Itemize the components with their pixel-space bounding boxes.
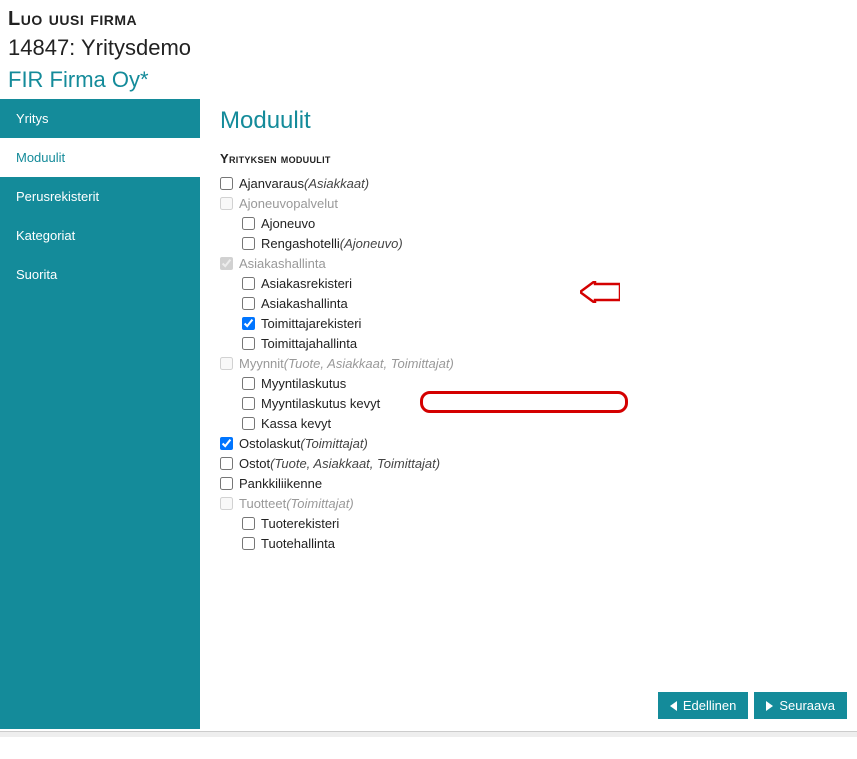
module-row-tuotehallinta: Tuotehallinta — [242, 534, 837, 553]
module-dependency: (Toimittajat) — [286, 494, 353, 513]
module-checkbox-pankkiliikenne[interactable] — [220, 477, 233, 490]
content-area: Moduulit Yrityksen moduulit Ajanvaraus (… — [200, 99, 857, 729]
chevron-right-icon — [766, 701, 773, 711]
module-label: Myyntilaskutus — [261, 374, 346, 393]
module-row-ajoneuvo: Ajoneuvo — [242, 214, 837, 233]
module-checkbox-kassa-kevyt[interactable] — [242, 417, 255, 430]
module-row-asiakashallinta: Asiakashallinta — [242, 294, 837, 313]
module-label: Toimittajarekisteri — [261, 314, 361, 333]
module-row-ajoneuvopalvelut: Ajoneuvopalvelut — [220, 194, 837, 213]
module-label: Myyntilaskutus kevyt — [261, 394, 380, 413]
module-dependency: (Toimittajat) — [300, 434, 367, 453]
module-label: Ostolaskut — [239, 434, 300, 453]
annotation-arrow — [580, 281, 620, 306]
module-checkbox-rengashotelli[interactable] — [242, 237, 255, 250]
module-dependency: (Tuote, Asiakkaat, Toimittajat) — [270, 454, 440, 473]
sidebar-item-moduulit[interactable]: Moduulit — [0, 138, 200, 177]
module-checkbox-ajoneuvo[interactable] — [242, 217, 255, 230]
sidebar-item-label: Perusrekisterit — [16, 189, 99, 204]
module-label: Toimittajahallinta — [261, 334, 357, 353]
module-checkbox-asiakashallinta-top — [220, 257, 233, 270]
prev-button-label: Edellinen — [683, 698, 737, 713]
module-label: Kassa kevyt — [261, 414, 331, 433]
main-layout: Yritys Moduulit Perusrekisterit Kategoriat S… — [0, 99, 857, 729]
module-checkbox-ajoneuvopalvelut — [220, 197, 233, 210]
sidebar-item-label: Yritys — [16, 111, 49, 126]
module-row-toimittajarekisteri: Toimittajarekisteri — [242, 314, 837, 333]
module-label: Ajanvaraus — [239, 174, 304, 193]
chevron-left-icon — [670, 701, 677, 711]
module-label: Tuotehallinta — [261, 534, 335, 553]
module-checkbox-tuoterekisteri[interactable] — [242, 517, 255, 530]
company-name: FIR Firma Oy* — [8, 67, 849, 93]
module-checkbox-toimittajahallinta[interactable] — [242, 337, 255, 350]
module-row-ostolaskut: Ostolaskut (Toimittajat) — [220, 434, 837, 453]
module-label: Ajoneuvo — [261, 214, 315, 233]
module-label: Tuoterekisteri — [261, 514, 339, 533]
module-tree: Ajanvaraus (Asiakkaat)AjoneuvopalvelutAj… — [220, 174, 837, 553]
module-checkbox-tuotteet — [220, 497, 233, 510]
module-label: Pankkiliikenne — [239, 474, 322, 493]
module-checkbox-tuotehallinta[interactable] — [242, 537, 255, 550]
module-row-myynnit: Myynnit (Tuote, Asiakkaat, Toimittajat) — [220, 354, 837, 373]
module-row-kassa-kevyt: Kassa kevyt — [242, 414, 837, 433]
module-label: Ostot — [239, 454, 270, 473]
module-checkbox-toimittajarekisteri[interactable] — [242, 317, 255, 330]
module-checkbox-myyntilaskutus-kevyt[interactable] — [242, 397, 255, 410]
module-checkbox-ostot[interactable] — [220, 457, 233, 470]
module-checkbox-asiakasrekisteri[interactable] — [242, 277, 255, 290]
module-row-asiakashallinta-top: Asiakashallinta — [220, 254, 837, 273]
module-label: Asiakasrekisteri — [261, 274, 352, 293]
sidebar-item-label: Moduulit — [16, 150, 65, 165]
module-label: Myynnit — [239, 354, 284, 373]
next-button[interactable]: Seuraava — [754, 692, 847, 719]
sidebar-item-yritys[interactable]: Yritys — [0, 99, 200, 138]
module-row-asiakasrekisteri: Asiakasrekisteri — [242, 274, 837, 293]
module-row-ostot: Ostot (Tuote, Asiakkaat, Toimittajat) — [220, 454, 837, 473]
module-checkbox-asiakashallinta[interactable] — [242, 297, 255, 310]
company-id: 14847: Yritysdemo — [8, 35, 849, 61]
footer-buttons: Edellinen Seuraava — [658, 692, 847, 719]
module-row-rengashotelli: Rengashotelli (Ajoneuvo) — [242, 234, 837, 253]
module-label: Ajoneuvopalvelut — [239, 194, 338, 213]
sidebar-item-perusrekisterit[interactable]: Perusrekisterit — [0, 177, 200, 216]
sidebar: Yritys Moduulit Perusrekisterit Kategoriat S… — [0, 99, 200, 729]
module-dependency: (Tuote, Asiakkaat, Toimittajat) — [284, 354, 454, 373]
sidebar-item-label: Suorita — [16, 267, 57, 282]
module-checkbox-myynnit — [220, 357, 233, 370]
module-label: Tuotteet — [239, 494, 286, 513]
next-button-label: Seuraava — [779, 698, 835, 713]
prev-button[interactable]: Edellinen — [658, 692, 749, 719]
content-title: Moduulit — [220, 107, 837, 135]
module-row-pankkiliikenne: Pankkiliikenne — [220, 474, 837, 493]
module-row-ajanvaraus: Ajanvaraus (Asiakkaat) — [220, 174, 837, 193]
annotation-highlight-ostolaskut — [420, 391, 628, 413]
page-header: Luo uusi firma 14847: Yritysdemo FIR Fir… — [0, 0, 857, 99]
page-title: Luo uusi firma — [8, 8, 849, 31]
module-label: Rengashotelli — [261, 234, 340, 253]
module-label: Asiakashallinta — [261, 294, 348, 313]
module-dependency: (Ajoneuvo) — [340, 234, 403, 253]
sidebar-item-label: Kategoriat — [16, 228, 75, 243]
bottom-divider — [0, 731, 857, 737]
module-checkbox-myyntilaskutus[interactable] — [242, 377, 255, 390]
module-dependency: (Asiakkaat) — [304, 174, 369, 193]
module-row-toimittajahallinta: Toimittajahallinta — [242, 334, 837, 353]
module-checkbox-ostolaskut[interactable] — [220, 437, 233, 450]
module-label: Asiakashallinta — [239, 254, 326, 273]
section-label: Yrityksen moduulit — [220, 151, 837, 166]
module-row-tuotteet: Tuotteet (Toimittajat) — [220, 494, 837, 513]
module-checkbox-ajanvaraus[interactable] — [220, 177, 233, 190]
sidebar-item-kategoriat[interactable]: Kategoriat — [0, 216, 200, 255]
sidebar-item-suorita[interactable]: Suorita — [0, 255, 200, 294]
module-row-tuoterekisteri: Tuoterekisteri — [242, 514, 837, 533]
